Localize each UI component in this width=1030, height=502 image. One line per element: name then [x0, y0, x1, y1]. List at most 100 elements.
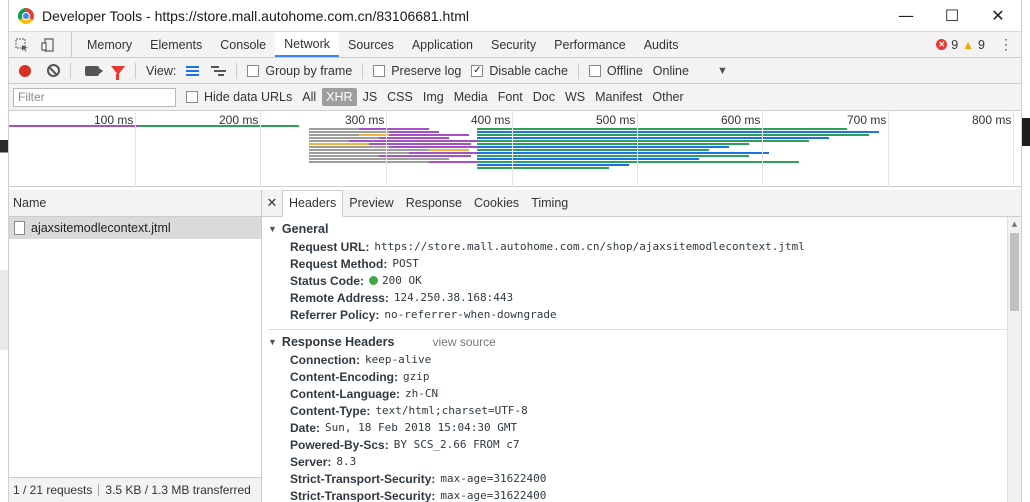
preserve-log-checkbox[interactable]	[373, 64, 386, 77]
group-by-frame-checkbox[interactable]	[247, 64, 260, 77]
offline-checkbox[interactable]	[588, 64, 601, 77]
type-filter-font[interactable]: Font	[494, 88, 527, 106]
header-row: Remote Address: 124.250.38.168:443	[268, 289, 1007, 306]
close-details-icon[interactable]: ✕	[262, 195, 282, 211]
header-key: Status Code:	[290, 273, 365, 288]
header-row: Powered-By-Scs: BY SCS_2.66 FROM c7	[268, 436, 1007, 453]
detail-tab-headers[interactable]: Headers	[282, 189, 344, 217]
disable-cache-checkbox[interactable]: ✓	[471, 64, 484, 77]
headers-view: ▼ General Request URL: https://store.mall…	[262, 217, 1007, 502]
clear-button[interactable]	[47, 64, 60, 77]
header-key: Powered-By-Scs:	[290, 437, 389, 452]
tab-memory[interactable]: Memory	[78, 32, 141, 57]
network-overview[interactable]: 100 ms 200 ms 300 ms 400 ms 500 ms 600 ms 700 …	[9, 111, 1021, 187]
type-filter-doc[interactable]: Doc	[529, 88, 559, 106]
header-value: 8.3	[336, 455, 357, 468]
detail-tab-preview[interactable]: Preview	[343, 190, 399, 217]
view-source-link[interactable]: view source	[432, 335, 495, 349]
hide-data-urls-toggle[interactable]: Hide data URLs	[186, 90, 292, 104]
chrome-logo-icon	[18, 7, 34, 24]
request-row[interactable]: ajaxsitemodlecontext.jtml	[9, 217, 261, 239]
overview-bar	[477, 161, 799, 163]
tab-performance[interactable]: Performance	[545, 32, 635, 57]
tab-network[interactable]: Network	[275, 32, 339, 57]
header-key: Server:	[290, 454, 332, 469]
type-filter-all[interactable]: All	[298, 88, 320, 106]
hide-data-urls-label: Hide data URLs	[204, 90, 293, 104]
hide-data-urls-checkbox[interactable]	[186, 91, 198, 103]
group-by-frame-toggle[interactable]: Group by frame	[247, 64, 352, 78]
preserve-log-toggle[interactable]: Preserve log	[373, 64, 461, 78]
timeline-gridline	[260, 111, 261, 187]
tab-security[interactable]: Security	[482, 32, 545, 57]
header-key: Request URL:	[290, 239, 370, 254]
overview-icon[interactable]	[211, 65, 227, 76]
type-filter-xhr[interactable]: XHR	[322, 88, 357, 106]
minimize-button[interactable]: —	[883, 0, 929, 31]
tab-sources[interactable]: Sources	[339, 32, 403, 57]
tab-elements[interactable]: Elements	[141, 32, 211, 57]
header-value: Sun, 18 Feb 2018 15:04:30 GMT	[325, 421, 518, 434]
overview-bar	[309, 128, 359, 130]
more-options-icon[interactable]: ⋮	[999, 36, 1013, 53]
chevron-down-icon[interactable]: ▼	[717, 65, 728, 77]
type-filter-other[interactable]: Other	[648, 88, 687, 106]
detail-tab-response[interactable]: Response	[400, 190, 468, 217]
filter-input[interactable]	[13, 87, 176, 107]
overview-bar	[309, 155, 379, 157]
overview-bar	[477, 146, 729, 148]
maximize-button[interactable]: ☐	[929, 0, 975, 31]
overview-bar	[359, 134, 389, 136]
header-value: text/html;charset=UTF-8	[375, 404, 528, 417]
name-column-header[interactable]: Name	[9, 190, 261, 217]
scroll-thumb[interactable]	[1010, 233, 1019, 311]
type-filter-manifest[interactable]: Manifest	[591, 88, 646, 106]
device-toolbar-icon[interactable]	[35, 32, 61, 57]
transfer-size: 3.5 KB / 1.3 MB transferred	[105, 483, 251, 497]
offline-toggle[interactable]: Offline	[588, 64, 643, 78]
detail-tab-timing[interactable]: Timing	[525, 190, 574, 217]
overview-bar	[309, 140, 349, 142]
type-filter-media[interactable]: Media	[450, 88, 492, 106]
close-window-button[interactable]: ✕	[975, 0, 1021, 31]
overview-bar	[379, 137, 449, 139]
type-filter-img[interactable]: Img	[419, 88, 448, 106]
filter-icon[interactable]	[111, 66, 125, 80]
filter-row: Hide data URLs AllXHRJSCSSImgMediaFontDo…	[9, 84, 1021, 111]
header-row: Request Method: POST	[268, 255, 1007, 272]
overview-bar	[477, 140, 809, 142]
detail-tab-cookies[interactable]: Cookies	[468, 190, 525, 217]
header-value: BY SCS_2.66 FROM c7	[393, 438, 520, 451]
type-filter-js[interactable]: JS	[359, 88, 382, 106]
header-row: Connection: keep-alive	[268, 351, 1007, 368]
header-key: Strict-Transport-Security:	[290, 471, 436, 486]
details-scrollbar[interactable]: ▲	[1007, 217, 1021, 502]
inspect-element-icon[interactable]	[9, 32, 35, 57]
header-value: keep-alive	[365, 353, 432, 366]
header-value: https://store.mall.autohome.com.cn/shop/…	[374, 240, 805, 253]
expand-triangle-icon: ▼	[268, 337, 277, 347]
overview-bar	[309, 152, 409, 154]
tab-audits[interactable]: Audits	[635, 32, 688, 57]
timeline-tick-label: 300 ms	[345, 113, 385, 127]
record-button[interactable]	[19, 64, 31, 77]
response-header-rows: Connection: keep-alive Content-Encoding: gz…	[268, 351, 1007, 502]
timeline-tick-label: 800 ms	[972, 113, 1012, 127]
console-counts[interactable]: ✕ 9 ▲ 9 ⋮	[936, 32, 1021, 57]
overview-bar	[359, 128, 429, 130]
header-value: 200 OK	[382, 274, 422, 287]
type-filter-ws[interactable]: WS	[561, 88, 589, 106]
scroll-up-icon[interactable]: ▲	[1008, 217, 1021, 231]
overview-bar	[477, 137, 829, 139]
response-headers-section-header[interactable]: ▼ Response Headers view source	[268, 333, 1007, 351]
tab-application[interactable]: Application	[403, 32, 482, 57]
type-filter-css[interactable]: CSS	[383, 88, 417, 106]
disable-cache-toggle[interactable]: ✓ Disable cache	[471, 64, 568, 78]
overview-bar	[309, 146, 389, 148]
capture-screenshots-icon[interactable]	[85, 65, 103, 76]
throttling-select[interactable]: Online	[653, 64, 689, 78]
general-section-header[interactable]: ▼ General	[268, 220, 1007, 238]
large-rows-icon[interactable]	[186, 65, 200, 76]
network-toolbar: View: Group by frame Preserve log ✓ Disa…	[9, 58, 1021, 84]
tab-console[interactable]: Console	[211, 32, 275, 57]
